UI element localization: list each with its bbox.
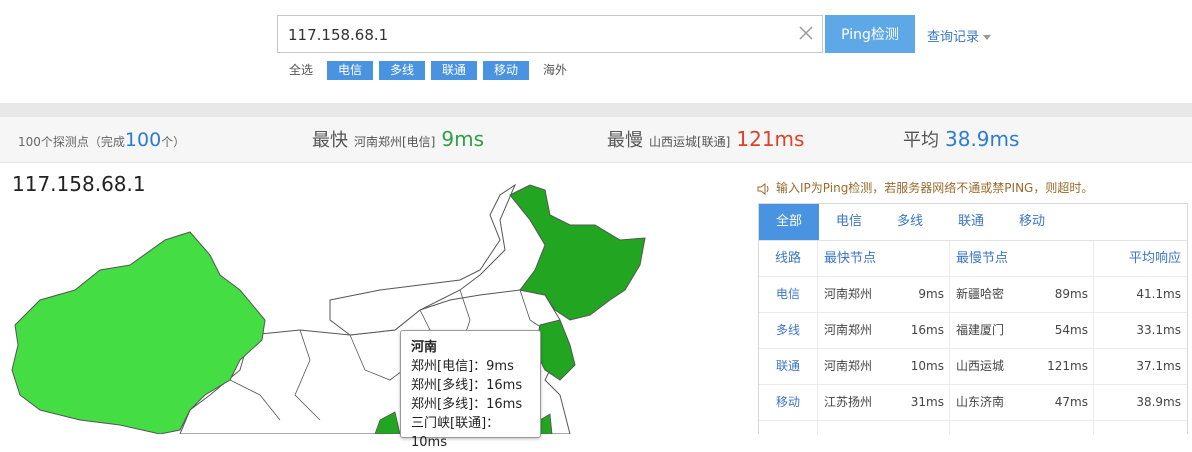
- row-fast-location: 河南郑州: [824, 323, 873, 337]
- row-isp: 多线: [776, 323, 801, 337]
- row-fast-location: 江苏扬州: [824, 395, 873, 409]
- filter-overseas[interactable]: 海外: [541, 61, 569, 80]
- probe-count-suffix: 个）: [161, 135, 186, 149]
- row-slow-ms: 54ms: [1054, 323, 1088, 337]
- row-average: 38.9ms: [1136, 395, 1181, 409]
- row-slow-location: 山西运城: [956, 359, 1005, 373]
- probe-count: 100个探测点（完成100个）: [18, 129, 185, 151]
- row-slow-ms: 121ms: [1047, 359, 1088, 373]
- summary-bar: 100个探测点（完成100个） 最快 河南郑州[电信] 9ms 最慢 山西运城[联通]…: [0, 117, 1192, 163]
- table-row: 联通 河南郑州 10ms 山西运城 121ms 37.1ms: [759, 349, 1187, 385]
- filter-multi[interactable]: 多线: [379, 61, 425, 80]
- row-average: 37.1ms: [1136, 359, 1181, 373]
- map-ip-title: 117.158.68.1: [12, 172, 146, 196]
- row-isp: 电信: [776, 287, 801, 301]
- row-slow-ms: 89ms: [1054, 287, 1088, 301]
- row-fast-ms: 9ms: [918, 287, 944, 301]
- probe-done-count: 100: [124, 129, 162, 151]
- average-label: 平均: [903, 130, 939, 151]
- filter-select-all[interactable]: 全选: [287, 61, 315, 80]
- results-table: 线路 最快节点 最慢节点 平均响应 电信 河南郑州 9ms 新疆哈密 89ms …: [759, 241, 1187, 421]
- table-row: 电信 河南郑州 9ms 新疆哈密 89ms 41.1ms: [759, 277, 1187, 313]
- average-summary: 平均 38.9ms: [903, 126, 1019, 152]
- row-isp: 移动: [776, 395, 801, 409]
- table-row: 移动 江苏扬州 31ms 山东济南 47ms 38.9ms: [759, 385, 1187, 421]
- notice-text: 输入IP为Ping检测，若服务器网络不通或禁PING，则超时。: [776, 181, 1094, 195]
- table-row: 多线 河南郑州 16ms 福建厦门 54ms 33.1ms: [759, 313, 1187, 349]
- fastest-label: 最快: [312, 130, 348, 151]
- caret-down-icon: [983, 35, 992, 40]
- tab-multi[interactable]: 多线: [879, 204, 941, 240]
- tooltip-line: 郑州[多线]：16ms: [411, 397, 523, 412]
- slowest-location: 山西运城[联通]: [649, 135, 731, 149]
- fastest-value: 9ms: [441, 127, 485, 151]
- tab-mobile[interactable]: 移动: [1001, 204, 1063, 240]
- isp-tabs: 全部 电信 多线 联通 移动: [759, 204, 1187, 241]
- map-tooltip: 河南 郑州[电信]：9ms 郑州[多线]：16ms 郑州[多线]：16ms 三门…: [400, 330, 541, 450]
- header-slowest: 最慢节点: [956, 251, 1009, 266]
- row-fast-ms: 31ms: [910, 395, 944, 409]
- slowest-value: 121ms: [736, 127, 805, 151]
- row-fast-location: 河南郑州: [824, 287, 873, 301]
- history-dropdown[interactable]: 查询记录: [927, 26, 992, 45]
- filter-unicom[interactable]: 联通: [431, 61, 477, 80]
- average-value: 38.9ms: [945, 127, 1020, 151]
- tab-all[interactable]: 全部: [759, 204, 819, 240]
- ping-button[interactable]: Ping检测: [825, 15, 915, 53]
- divider-band: [0, 103, 1192, 117]
- header-fastest: 最快节点: [824, 251, 877, 266]
- tooltip-line: 郑州[电信]：9ms: [411, 359, 514, 374]
- fastest-summary: 最快 河南郑州[电信] 9ms: [312, 126, 484, 152]
- tab-unicom[interactable]: 联通: [941, 204, 1001, 240]
- ip-search-input[interactable]: [288, 24, 788, 46]
- tooltip-title: 河南: [411, 340, 438, 355]
- results-panel: 全部 电信 多线 联通 移动 线路 最快节点 最慢节点 平均响应 电信 河南郑州…: [758, 203, 1188, 435]
- china-ping-map[interactable]: [0, 163, 750, 434]
- slowest-label: 最慢: [607, 130, 643, 151]
- notice: 输入IP为Ping检测，若服务器网络不通或禁PING，则超时。: [757, 179, 1093, 196]
- fastest-location: 河南郑州[电信]: [354, 135, 436, 149]
- row-average: 33.1ms: [1136, 323, 1181, 337]
- row-slow-location: 新疆哈密: [956, 287, 1005, 301]
- header-line: 线路: [775, 251, 802, 266]
- row-fast-ms: 16ms: [910, 323, 944, 337]
- slowest-summary: 最慢 山西运城[联通] 121ms: [607, 126, 804, 152]
- tooltip-line: 郑州[多线]：16ms: [411, 378, 523, 393]
- filter-mobile[interactable]: 移动: [483, 61, 529, 80]
- search-box: [277, 15, 823, 53]
- row-fast-location: 河南郑州: [824, 359, 873, 373]
- row-isp: 联通: [776, 359, 801, 373]
- history-label: 查询记录: [927, 30, 980, 45]
- row-slow-ms: 47ms: [1054, 395, 1088, 409]
- row-slow-location: 福建厦门: [956, 323, 1005, 337]
- tab-telecom[interactable]: 电信: [819, 204, 879, 240]
- probe-count-prefix: 100个探测点（完成: [18, 135, 125, 149]
- row-slow-location: 山东济南: [956, 395, 1005, 409]
- row-average: 41.1ms: [1136, 287, 1181, 301]
- table-header-row: 线路 最快节点 最慢节点 平均响应: [759, 241, 1187, 277]
- row-fast-ms: 10ms: [910, 359, 944, 373]
- tooltip-line: 三门峡[联通]：10ms: [411, 416, 500, 450]
- speaker-icon: [757, 182, 769, 195]
- filter-telecom[interactable]: 电信: [327, 61, 373, 80]
- header-average: 平均响应: [1128, 251, 1181, 266]
- clear-icon[interactable]: [798, 25, 814, 41]
